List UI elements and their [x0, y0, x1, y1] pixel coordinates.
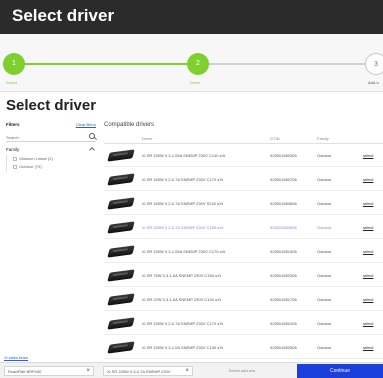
select-add-ons-placeholder[interactable]: Select add-ons — [209, 366, 275, 376]
table-row: Xi SR 150W 0.3-1.05A SNEMP 230V C140 sXt… — [104, 144, 383, 167]
step-connector — [209, 63, 365, 65]
step-3-label: Add-o — [368, 80, 379, 85]
table-title: Compatible drivers — [104, 122, 155, 128]
select-driver-link[interactable]: select — [363, 321, 373, 326]
step-2-circle[interactable]: 2 — [187, 53, 209, 75]
clear-filters-link[interactable]: Clear filters — [76, 122, 96, 127]
column-header-gtin: GTIN — [270, 136, 280, 141]
driver-description: Xi SR 165W 0.2-0.7A SNEMP 230V S240 sXt — [142, 201, 223, 206]
chevron-up-icon[interactable] — [89, 147, 95, 153]
search-input[interactable] — [6, 133, 84, 141]
filter-search — [6, 132, 96, 142]
filters-panel: Filters Clear filters Family Xitanium Li… — [6, 119, 96, 378]
continue-button[interactable]: Continue — [297, 364, 383, 378]
column-header-family: Family — [317, 136, 329, 141]
select-driver-link[interactable]: select — [363, 273, 373, 278]
select-driver-link[interactable]: select — [363, 297, 373, 302]
close-icon[interactable]: × — [86, 367, 90, 375]
driver-gtin: 929001851006 — [270, 249, 297, 254]
table-row: Xi SR 165W 0.2-0.7A SNEMP 230V C170 sXt … — [104, 168, 383, 191]
driver-gtin: 929001850306 — [270, 153, 297, 158]
driver-family: Outdoor — [317, 321, 332, 326]
table-row: Xi SR 225W 0.2-0.7A SNEMP 230V C150 sXt … — [104, 216, 383, 239]
filter-option[interactable]: Xitanium Linear (2) — [7, 155, 96, 163]
sales-team-link[interactable]: Xi sales team — [4, 355, 28, 360]
driver-gtin: 929001852406 — [270, 321, 297, 326]
chip-label: RoadFlair BRP430 — [8, 369, 42, 374]
step-3-circle[interactable]: 3 — [365, 53, 383, 75]
step-connector — [22, 63, 198, 65]
driver-description: Xi SR 165W 0.2-0.7A SNEMP 230V C170 sXt — [142, 177, 224, 182]
driver-product-image — [107, 245, 135, 258]
driver-product-image — [107, 173, 135, 186]
select-driver-link[interactable]: select — [363, 249, 373, 254]
search-icon[interactable] — [89, 133, 95, 139]
filter-option-label: Outdoor (79) — [19, 164, 42, 169]
selected-luminaire-chip[interactable]: RoadFlair BRP430 × — [4, 366, 94, 376]
step-2-label: Driver — [190, 80, 201, 85]
driver-family: Outdoor — [317, 201, 332, 206]
driver-product-image — [107, 317, 135, 330]
table-row: Xi SR 150W 0.3-1.05A SNEMP 230V C170 sXt… — [104, 240, 383, 263]
driver-gtin: 929001850806 — [270, 201, 297, 206]
driver-gtin: 929001850906 — [270, 225, 297, 230]
filter-option[interactable]: Outdoor (79) — [7, 163, 96, 171]
driver-family: Outdoor — [317, 345, 332, 350]
close-icon[interactable]: × — [185, 367, 189, 375]
selected-driver-chip[interactable]: Xi SR 225W 0.3-0.7A SNEMP 230V × — [103, 366, 193, 376]
column-header-driver: Driver — [142, 136, 153, 141]
page-title: Select driver — [6, 97, 97, 114]
driver-gtin: 929001852506 — [270, 345, 297, 350]
select-driver-link[interactable]: select — [363, 201, 373, 206]
table-row: Xi SR 75W 0.3-1.0A SNEMP 230V C150 sXt 9… — [104, 264, 383, 287]
app-header: Select driver — [0, 0, 383, 34]
table-row: Xi SR 150W 0.3-1.0A SNEMP 230V C150 sXt … — [104, 336, 383, 359]
checkbox[interactable] — [13, 164, 17, 169]
driver-product-image — [107, 221, 135, 234]
driver-product-image — [107, 269, 135, 282]
driver-family: Outdoor — [317, 153, 332, 158]
driver-product-image — [107, 341, 135, 354]
filter-group-family[interactable]: Family — [6, 147, 96, 155]
table-row: Xi SR 165W 0.2-0.7A SNEMP 230V S240 sXt … — [104, 192, 383, 215]
driver-family: Outdoor — [317, 297, 332, 302]
filter-group-options: Xitanium Linear (2) Outdoor (79) — [6, 155, 96, 171]
driver-description: Xi SR 22W 0.3-1.0A SNEMP 230V C100 sXt — [142, 297, 221, 302]
driver-family: Outdoor — [317, 177, 332, 182]
driver-description: Xi SR 150W 0.3-1.0A SNEMP 230V C150 sXt — [142, 345, 224, 350]
select-driver-link[interactable]: select — [363, 153, 373, 158]
driver-product-image — [107, 149, 135, 162]
filter-option-label: Xitanium Linear (2) — [19, 156, 53, 161]
select-driver-link[interactable]: select — [363, 177, 373, 182]
table-row: Xi SR 22W 0.3-1.0A SNEMP 230V C100 sXt 9… — [104, 288, 383, 311]
driver-description: Xi SR 150W 0.2-0.7A SNEMP 230V C170 sXt — [142, 321, 224, 326]
driver-family: Outdoor — [317, 249, 332, 254]
driver-gtin: 929001850706 — [270, 177, 297, 182]
filter-group-title: Family — [6, 147, 20, 152]
header-title: Select driver — [12, 6, 115, 25]
driver-description: Xi SR 75W 0.3-1.0A SNEMP 230V C150 sXt — [142, 273, 221, 278]
step-1-circle[interactable]: 1 — [3, 53, 25, 75]
select-driver-link[interactable]: select — [363, 345, 373, 350]
table-row: Xi SR 150W 0.2-0.7A SNEMP 230V C170 sXt … — [104, 312, 383, 335]
driver-description: Xi SR 150W 0.3-1.05A SNEMP 230V C170 sXt — [142, 249, 226, 254]
progress-stepper: 1 Select 2 Driver 3 Add-o — [0, 34, 383, 92]
chip-label: Xi SR 225W 0.3-0.7A SNEMP 230V — [107, 369, 171, 374]
checkbox[interactable] — [13, 156, 17, 161]
filters-title: Filters — [6, 122, 20, 127]
driver-product-image — [107, 197, 135, 210]
driver-description: Xi SR 150W 0.3-1.05A SNEMP 230V C140 sXt — [142, 153, 226, 158]
driver-gtin: 929001851706 — [270, 297, 297, 302]
select-driver-link[interactable]: select — [363, 225, 373, 230]
filters-header: Filters Clear filters — [6, 122, 96, 130]
driver-description: Xi SR 225W 0.2-0.7A SNEMP 230V C150 sXt — [142, 225, 224, 230]
driver-family: Outdoor — [317, 273, 332, 278]
driver-family: Outdoor — [317, 225, 332, 230]
footer-bar: RoadFlair BRP430 × Xi SR 225W 0.3-0.7A S… — [0, 362, 383, 378]
driver-gtin: 929001852306 — [270, 273, 297, 278]
step-1-label: Select — [6, 80, 18, 85]
driver-product-image — [107, 293, 135, 306]
